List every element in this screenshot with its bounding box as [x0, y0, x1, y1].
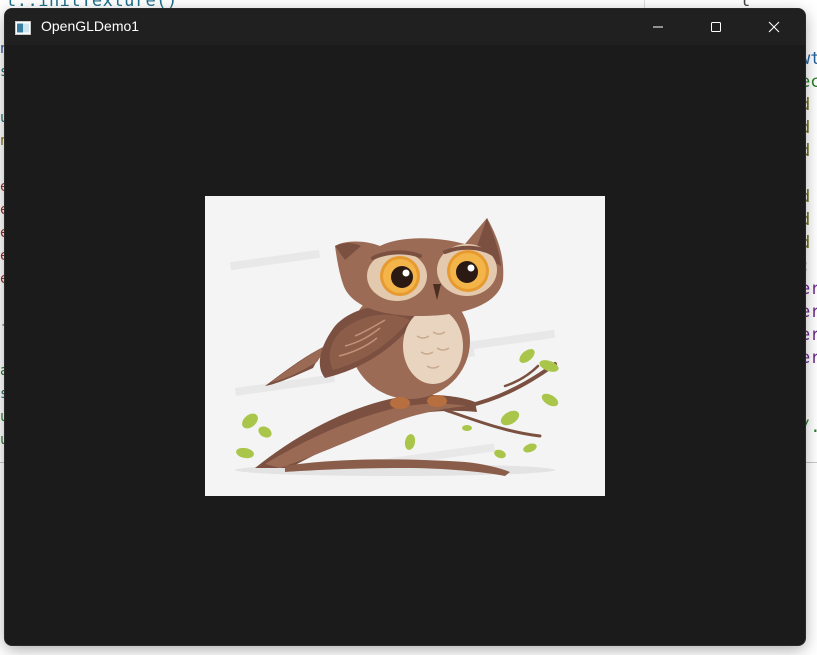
opengl-demo-window: OpenGLDemo1 — [5, 9, 805, 645]
maximize-icon — [710, 21, 722, 33]
close-icon — [768, 21, 780, 33]
close-button[interactable] — [745, 9, 803, 45]
owl-illustration — [205, 196, 605, 496]
minimize-button[interactable] — [629, 9, 687, 45]
minimize-icon — [652, 21, 664, 33]
texture-quad — [205, 196, 605, 496]
maximize-button[interactable] — [687, 9, 745, 45]
opengl-viewport[interactable] — [5, 45, 805, 645]
title-bar[interactable]: OpenGLDemo1 — [5, 9, 805, 45]
window-app-icon — [15, 20, 31, 35]
window-title: OpenGLDemo1 — [41, 18, 140, 34]
